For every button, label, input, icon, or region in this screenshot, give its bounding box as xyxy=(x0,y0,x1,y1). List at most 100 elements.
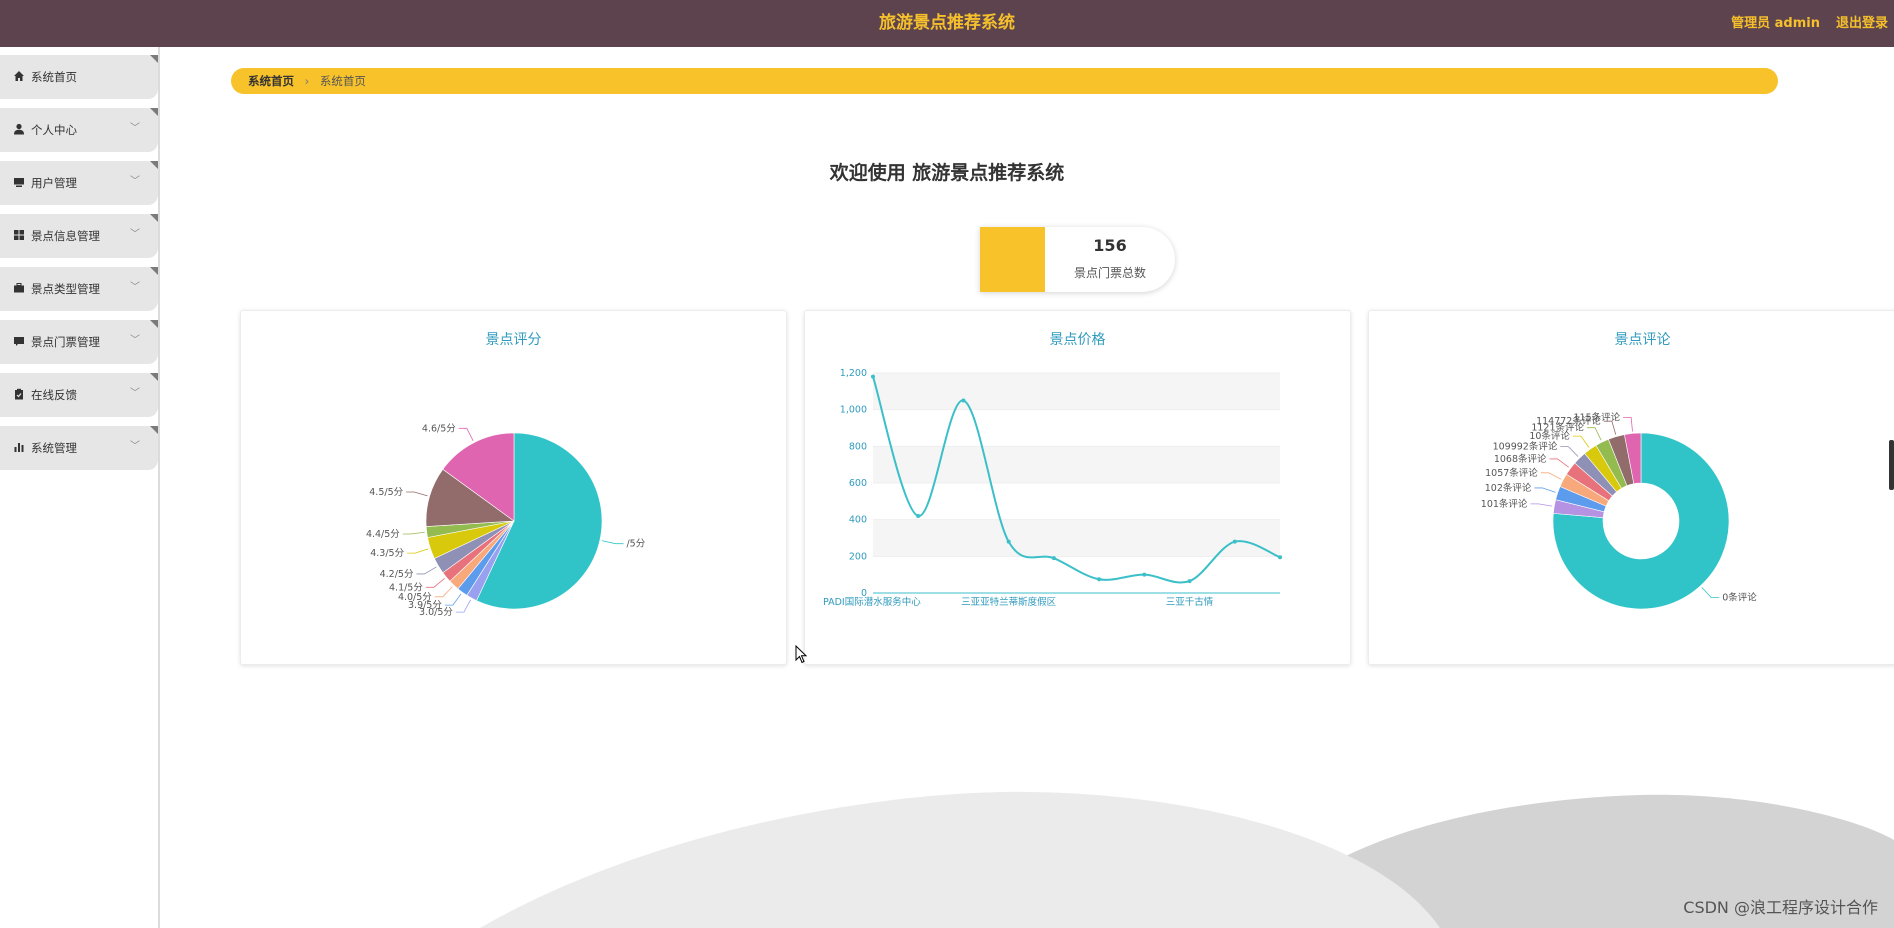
pie-slice-label: 102条评论 xyxy=(1485,482,1532,494)
pie-slice-label: 4.0/5分 xyxy=(398,592,432,603)
x-tick-label: 三亚亚特兰蒂斯度假区 xyxy=(961,596,1057,608)
ticket-icon xyxy=(12,335,25,348)
chevron-down-icon: ﹀ xyxy=(130,123,140,134)
sidebar-item-label: 个人中心 xyxy=(31,123,77,137)
briefcase-icon xyxy=(12,282,25,295)
price-chart-card: 0 200 400 600 800 1,000 1,200 PADI国际潜水服务中心 三亚亚特兰… xyxy=(804,310,1351,665)
sidebar-item-label: 景点类型管理 xyxy=(31,282,100,296)
pie-label-line xyxy=(1572,435,1590,448)
line-point[interactable] xyxy=(1006,539,1011,544)
y-tick-label: 400 xyxy=(849,515,867,526)
admin-user-label: 管理员 admin xyxy=(1731,16,1820,31)
decorative-hills xyxy=(480,791,1894,928)
logout-button[interactable]: 退出登录 xyxy=(1836,0,1894,47)
pie-slice-label: 4.4/5分 xyxy=(366,529,400,540)
grid-band xyxy=(873,373,1280,410)
comment-donut-chart: 0条评论 101条评论 102条评论 1057条评论 1068条评论109992条评论 1… xyxy=(1481,411,1757,610)
pie-slice-label: 1068条评论 xyxy=(1494,453,1547,465)
sidebar-item-label: 景点信息管理 xyxy=(31,229,100,243)
rating-chart-card: /5分 3.0/5分 3.9/5分 4.0/5分 4.1/5分 4.2/5分 4.3/5分 4… xyxy=(240,310,787,665)
comment-chart-title: 景点评论 xyxy=(1614,332,1671,348)
rating-pie-chart: /5分3.0/5分3.9/5分4.0/5分4.1/5分4.2/5分4.3/5分4… xyxy=(366,423,646,618)
sidebar-item-feedback[interactable]: 在线反馈 ﹀ xyxy=(0,373,158,417)
pie-label-line xyxy=(402,531,425,535)
pie-slice-label: 4.3/5分 xyxy=(370,548,404,559)
y-tick-label: 1,200 xyxy=(840,368,867,379)
y-tick-label: 600 xyxy=(849,478,867,489)
chevron-down-icon: ﹀ xyxy=(130,335,140,346)
ticket-count-value: 156 xyxy=(1093,236,1127,255)
app-title: 旅游景点推荐系统 xyxy=(879,13,1015,33)
grid-icon xyxy=(12,229,25,242)
pie-label-line xyxy=(444,593,462,606)
chevron-down-icon: ﹀ xyxy=(130,282,140,293)
sidebar-item-personal-center[interactable]: 个人中心 ﹀ xyxy=(0,108,158,152)
ticket-count-label: 景点门票总数 xyxy=(1073,266,1146,280)
pie-label-line xyxy=(1701,587,1720,599)
line-point[interactable] xyxy=(1097,577,1102,582)
line-point[interactable] xyxy=(1278,555,1282,560)
welcome-heading: 欢迎使用 旅游景点推荐系统 xyxy=(829,162,1065,184)
user-icon xyxy=(12,123,25,136)
sidebar-item-spot-type[interactable]: 景点类型管理 ﹀ xyxy=(0,267,158,311)
sidebar-item-spot-info[interactable]: 景点信息管理 ﹀ xyxy=(0,214,158,258)
x-tick-label: 三亚千古情 xyxy=(1166,596,1214,608)
line-point[interactable] xyxy=(1142,572,1147,577)
breadcrumb-separator: › xyxy=(304,74,310,88)
watermark: CSDN @浪工程序设计合作 xyxy=(1683,898,1878,917)
breadcrumb: 系统首页 › 系统首页 xyxy=(231,68,1778,94)
pie-label-line xyxy=(601,540,624,545)
chevron-down-icon: ﹀ xyxy=(130,229,140,240)
sidebar-item-home[interactable]: 系统首页 xyxy=(0,55,158,99)
pie-slice-label: 101条评论 xyxy=(1481,498,1528,510)
line-point[interactable] xyxy=(1051,556,1056,561)
y-tick-label: 1,000 xyxy=(840,405,867,416)
pie-slice-label: 4.2/5分 xyxy=(380,569,414,580)
chevron-down-icon: ﹀ xyxy=(130,388,140,399)
sidebar-item-ticket[interactable]: 景点门票管理 ﹀ xyxy=(0,320,158,364)
pie-slice-label: /5分 xyxy=(626,539,645,550)
breadcrumb-home-link[interactable]: 系统首页 xyxy=(248,74,294,88)
line-point[interactable] xyxy=(1187,579,1192,584)
home-icon xyxy=(12,70,25,83)
price-line-chart: 02004006008001,0001,200PADI国际潜水服务中心 三亚亚特兰… xyxy=(823,368,1282,608)
sidebar-item-label: 系统管理 xyxy=(31,441,77,455)
pie-slice-label: 4.1/5分 xyxy=(389,582,423,593)
line-point[interactable] xyxy=(1232,539,1237,544)
pie-slice-label: 109992条评论 xyxy=(1493,441,1558,453)
price-chart-title: 景点价格 xyxy=(1049,332,1106,348)
pie-slice-label: 1057条评论 xyxy=(1485,467,1538,479)
pie-label-line xyxy=(406,491,428,497)
sidebar-item-label: 在线反馈 xyxy=(31,388,77,402)
pie-label-line xyxy=(407,548,429,554)
line-point[interactable] xyxy=(916,514,921,518)
chevron-down-icon: ﹀ xyxy=(130,441,140,452)
bar-chart-icon xyxy=(12,441,25,454)
pie-slice-label: 4.6/5分 xyxy=(422,423,456,434)
top-bar: 旅游景点推荐系统 管理员 admin 退出登录 xyxy=(0,0,1894,47)
pie-label-line xyxy=(458,427,474,441)
pie-label-line xyxy=(416,566,437,575)
pie-label-line xyxy=(1587,427,1602,441)
pie-label-line xyxy=(1530,503,1553,507)
line-point[interactable] xyxy=(961,398,966,403)
stat-color-block xyxy=(980,227,1045,292)
pie-slice-label: 115条评论 xyxy=(1574,411,1621,423)
clipboard-icon xyxy=(12,388,25,401)
scrollbar-handle[interactable] xyxy=(1889,440,1894,490)
pie-label-line xyxy=(455,599,471,613)
sidebar-item-label: 系统首页 xyxy=(31,70,77,84)
sidebar-item-label: 景点门票管理 xyxy=(31,335,100,349)
ticket-count-card: 156 景点门票总数 xyxy=(980,227,1175,292)
pie-label-line xyxy=(1540,472,1562,480)
y-tick-label: 200 xyxy=(849,551,867,562)
sidebar-item-system[interactable]: 系统管理 ﹀ xyxy=(0,426,158,470)
rating-chart-title: 景点评分 xyxy=(485,332,542,348)
mouse-cursor-icon xyxy=(795,645,808,664)
pie-slice-label: 0条评论 xyxy=(1722,592,1757,604)
pie-label-line xyxy=(1623,417,1633,432)
pie-slice-label: 4.5/5分 xyxy=(369,487,403,498)
grid-band xyxy=(873,446,1280,483)
line-point[interactable] xyxy=(871,374,875,379)
grid-band xyxy=(873,519,1280,557)
